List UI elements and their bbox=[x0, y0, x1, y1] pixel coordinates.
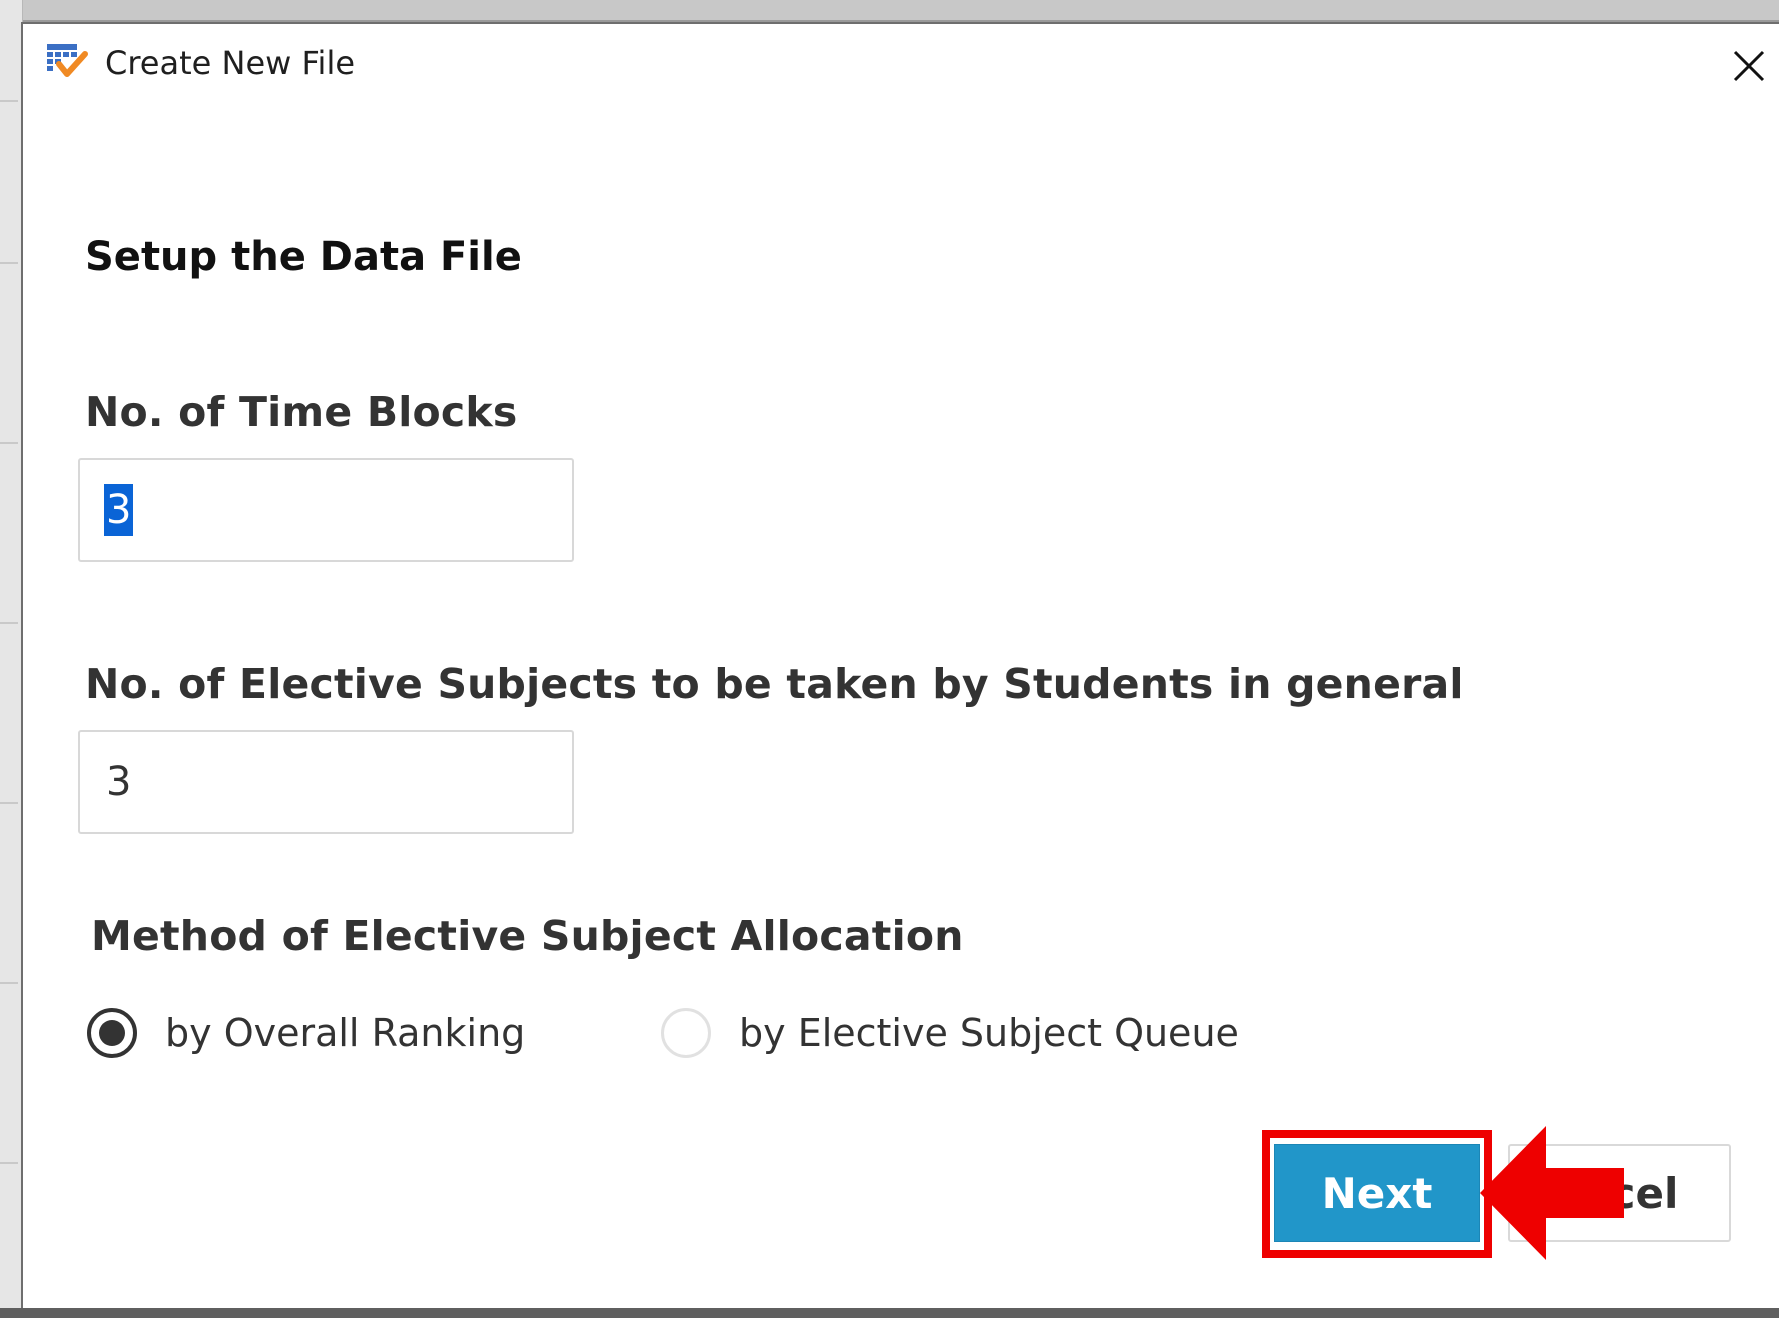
window-title: Create New File bbox=[105, 44, 356, 82]
close-button[interactable] bbox=[1719, 44, 1779, 92]
close-icon bbox=[1732, 49, 1766, 87]
background-window-edge bbox=[0, 0, 23, 1318]
background-line bbox=[0, 1162, 18, 1164]
title-bar: Create New File bbox=[23, 24, 1779, 104]
background-line bbox=[0, 442, 18, 444]
background-line bbox=[0, 622, 18, 624]
time-blocks-value: 3 bbox=[104, 484, 134, 536]
elective-subjects-input[interactable]: 3 bbox=[78, 730, 574, 834]
create-new-file-dialog: Create New File Setup the Data File No. … bbox=[21, 22, 1779, 1308]
time-blocks-label: No. of Time Blocks bbox=[85, 388, 518, 436]
background-line bbox=[0, 982, 18, 984]
radio-button-unchecked[interactable] bbox=[661, 1008, 711, 1058]
background-window-strip bbox=[0, 0, 1779, 20]
radio-button-checked[interactable] bbox=[87, 1008, 137, 1058]
calendar-check-icon bbox=[45, 42, 89, 80]
page-heading: Setup the Data File bbox=[85, 234, 522, 280]
allocation-method-label: Method of Elective Subject Allocation bbox=[91, 912, 964, 960]
radio-label-overall-ranking: by Overall Ranking bbox=[165, 1011, 526, 1055]
elective-subjects-value: 3 bbox=[106, 759, 132, 805]
background-line bbox=[0, 802, 18, 804]
red-arrow-left-icon bbox=[1480, 1126, 1628, 1260]
background-line bbox=[0, 262, 18, 264]
background-line bbox=[0, 100, 18, 102]
next-button[interactable]: Next bbox=[1274, 1144, 1480, 1242]
radio-overall-ranking[interactable]: by Overall Ranking bbox=[87, 1008, 525, 1058]
elective-subjects-label: No. of Elective Subjects to be taken by … bbox=[85, 660, 1464, 708]
radio-label-elective-subject-queue: by Elective Subject Queue bbox=[739, 1011, 1239, 1055]
window-bottom-edge bbox=[0, 1308, 1779, 1318]
time-blocks-input[interactable]: 3 bbox=[78, 458, 574, 562]
radio-elective-subject-queue[interactable]: by Elective Subject Queue bbox=[661, 1008, 1239, 1058]
